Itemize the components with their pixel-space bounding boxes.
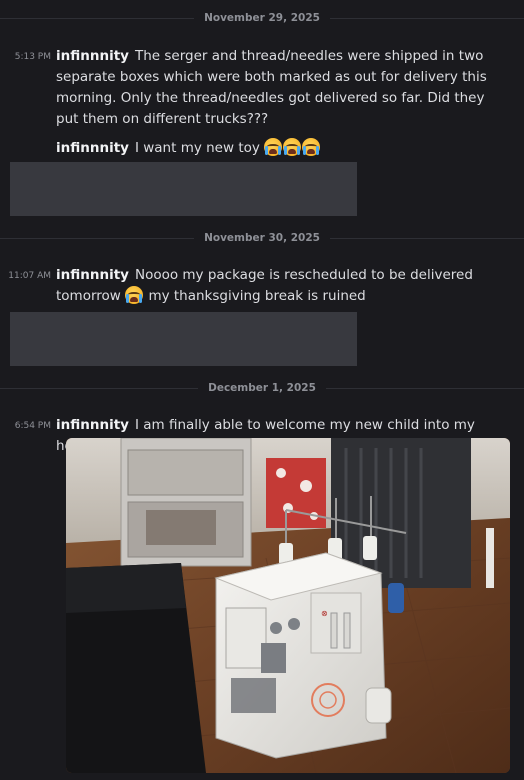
message-content: infinnnity The serger and thread/needles … [56,46,510,130]
loudly-crying-face-icon [283,138,302,156]
date-label: December 1, 2025 [208,382,316,394]
loudly-crying-face-icon [302,138,321,156]
date-label: November 30, 2025 [204,232,320,244]
redacted-embed [10,312,357,366]
message-timestamp: 11:07 AM [8,271,51,281]
author-name[interactable]: infinnnity [56,48,129,64]
loudly-crying-face-icon [264,138,283,156]
date-divider: December 1, 2025 [0,378,524,398]
loudly-crying-face-icon [125,286,144,304]
date-divider: November 30, 2025 [0,228,524,248]
message-content: infinnnity Noooo my package is reschedule… [56,265,510,307]
message-content: infinnnity I want my new toy [56,138,510,159]
date-divider: November 29, 2025 [0,8,524,28]
author-name[interactable]: infinnnity [56,140,129,156]
message-timestamp: 6:54 PM [14,421,51,431]
redacted-embed [10,162,357,216]
date-label: November 29, 2025 [204,12,320,24]
author-name[interactable]: infinnnity [56,417,129,433]
message-timestamp: 5:13 PM [14,52,51,62]
svg-text:⊗: ⊗ [321,609,328,618]
author-name[interactable]: infinnnity [56,267,129,283]
message-text-continued: my thanksgiving break is ruined [148,288,366,304]
message-text: I want my new toy [134,140,260,156]
image-attachment[interactable]: ⊗ [66,438,510,773]
serger-photo: ⊗ [66,438,510,773]
